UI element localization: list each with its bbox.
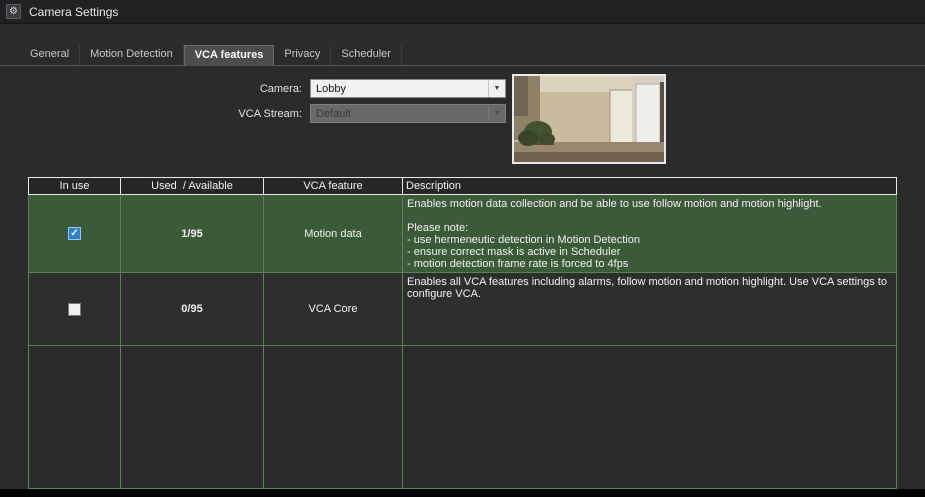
cell-vca-feature: Motion data [264, 195, 403, 272]
header-in-use: In use [29, 178, 121, 194]
tab-vca-features[interactable]: VCA features [184, 45, 275, 66]
tab-motion-detection[interactable]: Motion Detection [80, 45, 184, 66]
empty-cell [121, 346, 264, 488]
cell-in-use [29, 195, 121, 272]
table-empty-row [28, 346, 897, 489]
motion-data-in-use-checkbox[interactable] [68, 227, 81, 240]
preview-hallway-scene [514, 76, 664, 162]
tab-general[interactable]: General [20, 45, 80, 66]
cell-description: Enables all VCA features including alarm… [403, 273, 896, 345]
camera-select[interactable]: Lobby ▼ [310, 79, 506, 98]
window-titlebar: ⚙ Camera Settings [0, 0, 925, 24]
table-row-vca-core[interactable]: 0/95 VCA Core Enables all VCA features i… [28, 273, 897, 346]
vca-stream-select: Default ▼ [310, 104, 506, 123]
empty-cell [29, 346, 121, 488]
cell-in-use [29, 273, 121, 345]
camera-preview-image [512, 74, 666, 164]
vca-feature-table: In use Used / Available VCA feature Desc… [28, 177, 897, 489]
empty-cell [403, 346, 896, 488]
table-header-row: In use Used / Available VCA feature Desc… [28, 177, 897, 195]
tab-scheduler[interactable]: Scheduler [331, 45, 402, 66]
tab-bar-divider [0, 65, 925, 66]
camera-label: Camera: [170, 83, 302, 95]
cell-used-available: 0/95 [121, 273, 264, 345]
vca-stream-select-value: Default [311, 108, 488, 120]
header-vca-feature: VCA feature [264, 178, 403, 194]
header-used-available: Used / Available [121, 178, 264, 194]
cell-vca-feature: VCA Core [264, 273, 403, 345]
tab-privacy[interactable]: Privacy [274, 45, 331, 66]
chevron-down-icon: ▼ [488, 105, 505, 122]
vca-core-in-use-checkbox[interactable] [68, 303, 81, 316]
empty-cell [264, 346, 403, 488]
chevron-down-icon: ▼ [488, 80, 505, 97]
table-row-motion-data[interactable]: 1/95 Motion data Enables motion data col… [28, 195, 897, 273]
camera-settings-icon: ⚙ [6, 4, 21, 19]
window-title: Camera Settings [29, 5, 118, 19]
vca-stream-label: VCA Stream: [170, 108, 302, 120]
header-description: Description [403, 178, 896, 194]
cell-used-available: 1/95 [121, 195, 264, 272]
window-bottom-edge [0, 489, 925, 497]
cell-description: Enables motion data collection and be ab… [403, 195, 896, 272]
camera-select-value: Lobby [311, 83, 488, 95]
tab-bar: General Motion Detection VCA features Pr… [20, 45, 402, 66]
